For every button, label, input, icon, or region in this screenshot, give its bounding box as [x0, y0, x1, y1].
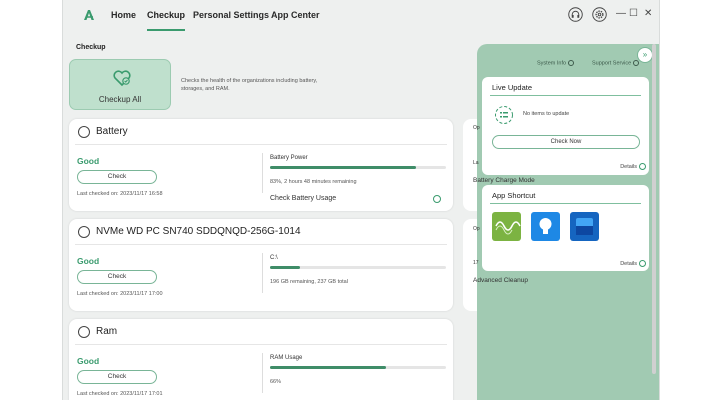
arrow-circle-icon[interactable] — [639, 163, 646, 170]
battery-charge-mode-link[interactable]: Battery Charge Mode — [473, 177, 535, 184]
collapse-panel-button[interactable]: » — [637, 47, 653, 63]
status-text: Good — [77, 356, 100, 366]
nav-checkup[interactable]: Checkup — [147, 10, 185, 20]
metric-detail: 83%, 2 hours 48 minutes remaining — [270, 179, 357, 185]
divider — [75, 144, 447, 145]
battery-card: Battery Good Check Last checked on: 2023… — [69, 119, 453, 211]
nav-personal-settings[interactable]: Personal Settings — [193, 10, 269, 20]
app-shortcut-card: App Shortcut Details — [482, 185, 649, 271]
check-battery-usage-link[interactable]: Check Battery Usage — [270, 195, 336, 202]
support-service-link[interactable]: Support Service — [592, 60, 640, 67]
audio-app-icon[interactable] — [492, 212, 521, 241]
metric-label: Battery Power — [270, 155, 308, 161]
arrow-circle-icon — [633, 60, 640, 66]
divider — [262, 253, 263, 293]
last-checked: Last checked on: 2023/11/17 17:00 — [77, 291, 163, 297]
nav-active-indicator — [147, 29, 185, 31]
obscured-text: La — [473, 160, 479, 166]
status-text: Good — [77, 256, 100, 266]
arrow-circle-icon[interactable] — [639, 260, 646, 267]
scrollbar[interactable] — [652, 44, 656, 374]
empty-message: No items to update — [523, 111, 570, 117]
heart-check-icon — [113, 70, 131, 87]
system-info-link[interactable]: System Info — [537, 60, 575, 67]
metric-label: RAM Usage — [270, 355, 303, 361]
live-update-title: Live Update — [492, 83, 533, 92]
check-now-button[interactable]: Check Now — [492, 135, 640, 149]
minimize-button[interactable]: — — [616, 8, 626, 19]
divider — [75, 344, 447, 345]
ram-usage-bar — [270, 366, 446, 369]
battery-power-bar — [270, 166, 446, 169]
storage-check-button[interactable]: Check — [77, 270, 157, 284]
storage-card: NVMe WD PC SN740 SDDQNQD-256G-1014 Good … — [69, 219, 453, 311]
section-title: Checkup — [76, 44, 106, 51]
nav-app-center[interactable]: App Center — [271, 10, 320, 20]
advanced-cleanup-link[interactable]: Advanced Cleanup — [473, 277, 528, 284]
card-title: Ram — [96, 326, 118, 337]
close-button[interactable]: ✕ — [644, 8, 652, 19]
divider — [490, 95, 641, 96]
last-checked: Last checked on: 2023/11/17 16:58 — [77, 191, 163, 197]
checkup-all-label: Checkup All — [98, 95, 142, 104]
battery-icon — [78, 126, 90, 138]
divider — [75, 244, 447, 245]
top-bar: Home Checkup Personal Settings App Cente… — [63, 0, 659, 32]
metric-detail: 66% — [270, 379, 282, 385]
divider — [262, 353, 263, 393]
nav-home[interactable]: Home — [111, 10, 136, 20]
last-checked: Last checked on: 2023/11/17 17:01 — [77, 391, 163, 397]
checkup-description: Checks the health of the organizations i… — [181, 78, 318, 92]
obscured-text: 17 — [473, 260, 479, 266]
bar-fill — [270, 266, 300, 269]
status-text: Good — [77, 156, 100, 166]
app-shortcut-title: App Shortcut — [492, 191, 536, 200]
obscured-text: Op — [473, 125, 480, 131]
gear-icon[interactable] — [592, 7, 607, 22]
card-title: NVMe WD PC SN740 SDDQNQD-256G-1014 — [96, 226, 301, 237]
storage-usage-bar — [270, 266, 446, 269]
lightbulb-app-icon[interactable] — [531, 212, 560, 241]
app-window: Home Checkup Personal Settings App Cente… — [62, 0, 660, 400]
ram-check-button[interactable]: Check — [77, 370, 157, 384]
divider — [262, 153, 263, 193]
details-link[interactable]: Details — [620, 164, 637, 170]
arrow-circle-icon — [568, 60, 575, 66]
blue-app-icon[interactable] — [570, 212, 599, 241]
chip-icon — [78, 326, 90, 338]
metric-detail: 196 GB remaining, 237 GB total — [270, 279, 348, 285]
close-circle-icon[interactable] — [433, 195, 441, 203]
acer-logo-icon — [84, 10, 94, 20]
ram-card: Ram Good Check Last checked on: 2023/11/… — [69, 319, 453, 400]
card-title: Battery — [96, 126, 128, 137]
support-service-label: Support Service — [592, 60, 632, 67]
metric-label: C:\ — [270, 255, 278, 261]
bar-fill — [270, 166, 417, 169]
obscured-text: Op — [473, 226, 480, 232]
update-list-icon — [495, 106, 513, 124]
bar-fill — [270, 366, 387, 369]
disk-icon — [78, 226, 90, 238]
live-update-card: Live Update No items to update Check Now… — [482, 77, 649, 175]
battery-check-button[interactable]: Check — [77, 170, 157, 184]
details-link[interactable]: Details — [620, 261, 637, 267]
checkup-all-button[interactable]: Checkup All — [69, 59, 171, 110]
divider — [490, 203, 641, 204]
headset-icon[interactable] — [568, 7, 583, 22]
maximize-button[interactable]: ☐ — [629, 8, 638, 19]
system-info-label: System Info — [537, 60, 567, 67]
